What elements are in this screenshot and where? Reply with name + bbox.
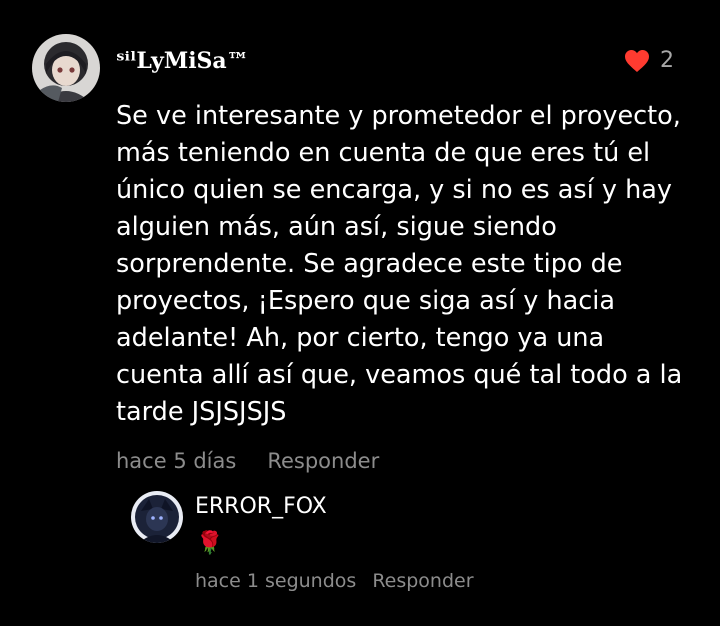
avatar[interactable] bbox=[32, 34, 100, 102]
reply-avatar[interactable] bbox=[131, 491, 183, 543]
reply-reply-button[interactable]: Responder bbox=[372, 569, 473, 593]
comment-thread: ˢⁱˡLyMiSa™ 2 Se ve interesante y promete… bbox=[0, 0, 720, 626]
reply-timestamp: hace 1 segundos bbox=[195, 570, 357, 592]
comment-body: Se ve interesante y prometedor el proyec… bbox=[116, 101, 683, 427]
user-avatar-image bbox=[32, 34, 100, 102]
reply-meta: hace 1 segundos Responder bbox=[195, 569, 474, 593]
reply-button[interactable]: Responder bbox=[267, 448, 379, 474]
like-button[interactable]: 2 bbox=[624, 48, 674, 74]
reply-avatar-image bbox=[131, 491, 183, 543]
heart-icon[interactable] bbox=[624, 49, 650, 73]
reply-username[interactable]: ERROR_FOX bbox=[195, 493, 327, 521]
comment-meta: hace 5 días Responder bbox=[116, 448, 379, 474]
like-count: 2 bbox=[660, 48, 674, 73]
comment-timestamp: hace 5 días bbox=[116, 449, 237, 473]
reply-body: 🌹 bbox=[196, 531, 224, 556]
comment-username[interactable]: ˢⁱˡLyMiSa™ bbox=[116, 46, 249, 76]
